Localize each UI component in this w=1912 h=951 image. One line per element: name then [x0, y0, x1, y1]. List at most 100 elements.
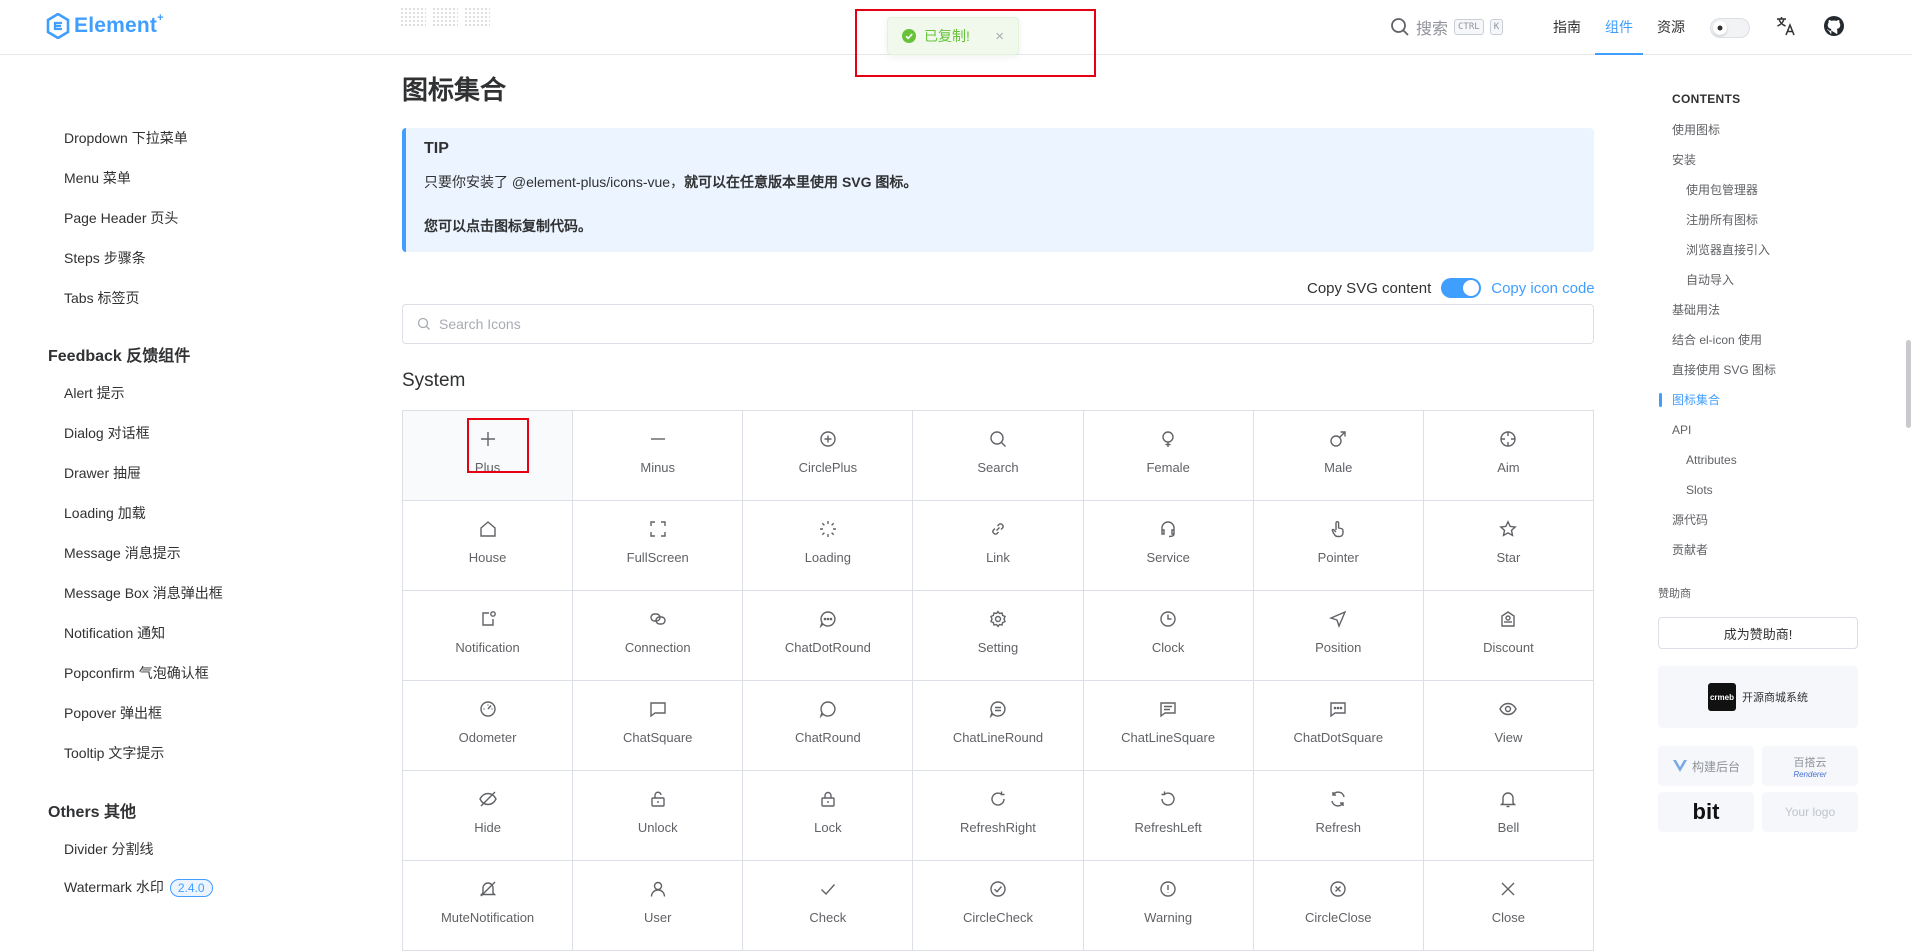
icon-card-aim[interactable]: Aim	[1423, 411, 1594, 501]
toc-item[interactable]: 使用图标	[1672, 115, 1872, 145]
sidebar-item-alert[interactable]: Alert 提示	[64, 383, 125, 403]
icon-card-fullscreen[interactable]: FullScreen	[573, 501, 744, 591]
toc-item[interactable]: 贡献者	[1672, 535, 1872, 565]
icon-card-notification[interactable]: Notification	[403, 591, 574, 681]
sidebar-item-watermark[interactable]: Watermark 水印 2.4.0	[64, 877, 213, 897]
nav-components[interactable]: 组件	[1595, 0, 1643, 55]
icon-card-refreshright[interactable]: RefreshRight	[913, 771, 1084, 861]
copy-mode-switch[interactable]	[1441, 278, 1482, 298]
copy-icon-label[interactable]: Copy icon code	[1491, 280, 1594, 297]
sponsor-tile-1[interactable]: 构建后台	[1658, 746, 1754, 786]
icon-card-check[interactable]: Check	[743, 861, 914, 951]
icon-card-refresh[interactable]: Refresh	[1253, 771, 1424, 861]
icon-card-position[interactable]: Position	[1253, 591, 1424, 681]
sidebar-item-loading[interactable]: Loading 加载	[64, 503, 146, 523]
sidebar-item-message[interactable]: Message 消息提示	[64, 543, 181, 563]
circle-plus-icon	[819, 430, 837, 451]
minus-icon	[649, 430, 667, 451]
nav-resources[interactable]: 资源	[1657, 0, 1685, 55]
icon-card-warning[interactable]: Warning	[1083, 861, 1254, 951]
icon-card-user[interactable]: User	[573, 861, 744, 951]
sponsor-tile-3[interactable]: bit	[1658, 792, 1754, 832]
sidebar-item-dialog[interactable]: Dialog 对话框	[64, 423, 150, 443]
sidebar-item-notification[interactable]: Notification 通知	[64, 623, 165, 643]
github-icon[interactable]	[1823, 15, 1845, 37]
toc-item[interactable]: 安装	[1672, 145, 1872, 175]
icon-card-refreshleft[interactable]: RefreshLeft	[1083, 771, 1254, 861]
icon-card-lock[interactable]: Lock	[743, 771, 914, 861]
icon-card-star[interactable]: Star	[1423, 501, 1594, 591]
toc-item[interactable]: 自动导入	[1672, 265, 1872, 295]
icon-card-setting[interactable]: Setting	[913, 591, 1084, 681]
search-icons-field[interactable]	[402, 304, 1594, 344]
toc-item[interactable]: 注册所有图标	[1672, 205, 1872, 235]
icon-card-connection[interactable]: Connection	[573, 591, 744, 681]
toc-item[interactable]: 直接使用 SVG 图标	[1672, 355, 1872, 385]
icon-card-discount[interactable]: Discount	[1423, 591, 1594, 681]
icon-card-circleclose[interactable]: CircleClose	[1253, 861, 1424, 951]
sidebar-item-popconfirm[interactable]: Popconfirm 气泡确认框	[64, 663, 209, 683]
sponsor-crmeb[interactable]: crmeb 开源商城系统	[1658, 666, 1858, 728]
dark-mode-toggle[interactable]	[1710, 18, 1750, 38]
icon-card-minus[interactable]: Minus	[573, 411, 744, 501]
nav-guide[interactable]: 指南	[1553, 0, 1581, 55]
icon-card-house[interactable]: House	[403, 501, 574, 591]
toc-item[interactable]: 浏览器直接引入	[1672, 235, 1872, 265]
icon-card-service[interactable]: Service	[1083, 501, 1254, 591]
toc-item[interactable]: 使用包管理器	[1672, 175, 1872, 205]
page-scrollbar[interactable]	[1906, 340, 1911, 428]
icon-card-male[interactable]: Male	[1253, 411, 1424, 501]
sidebar-item-message-box[interactable]: Message Box 消息弹出框	[64, 583, 223, 603]
toc-item[interactable]: 基础用法	[1672, 295, 1872, 325]
icon-card-chatlineround[interactable]: ChatLineRound	[913, 681, 1084, 771]
icon-card-loading[interactable]: Loading	[743, 501, 914, 591]
sponsor-tile-2[interactable]: 百搭云 Renderer	[1762, 746, 1858, 786]
icon-card-odometer[interactable]: Odometer	[403, 681, 574, 771]
toc-item[interactable]: API	[1672, 415, 1872, 445]
sidebar-item-tabs[interactable]: Tabs 标签页	[64, 288, 139, 308]
icon-card-close[interactable]: Close	[1423, 861, 1594, 951]
circle-check-icon	[989, 880, 1007, 901]
doc-search-button[interactable]: 搜索 CTRL K	[1390, 15, 1504, 39]
sidebar-item-page-header[interactable]: Page Header 页头	[64, 208, 178, 228]
toc-item[interactable]: 源代码	[1672, 505, 1872, 535]
icon-card-unlock[interactable]: Unlock	[573, 771, 744, 861]
icon-card-pointer[interactable]: Pointer	[1253, 501, 1424, 591]
toc-item[interactable]: Attributes	[1672, 445, 1872, 475]
sponsor-tile-2-text: 百搭云	[1793, 756, 1827, 769]
icon-card-chatdotsquare[interactable]: ChatDotSquare	[1253, 681, 1424, 771]
sidebar-item-drawer[interactable]: Drawer 抽屉	[64, 463, 141, 483]
sidebar-item-divider[interactable]: Divider 分割线	[64, 839, 153, 859]
icon-card-clock[interactable]: Clock	[1083, 591, 1254, 681]
sidebar-item-steps[interactable]: Steps 步骤条	[64, 248, 146, 268]
toc-item[interactable]: 图标集合	[1659, 385, 1872, 415]
bell-icon	[1499, 790, 1517, 811]
toc-item[interactable]: 结合 el-icon 使用	[1672, 325, 1872, 355]
icon-card-female[interactable]: Female	[1083, 411, 1254, 501]
icon-card-hide[interactable]: Hide	[403, 771, 574, 861]
icon-card-link[interactable]: Link	[913, 501, 1084, 591]
translate-icon[interactable]	[1775, 15, 1797, 37]
sidebar-item-popover[interactable]: Popover 弹出框	[64, 703, 162, 723]
icon-card-chatlinesquare[interactable]: ChatLineSquare	[1083, 681, 1254, 771]
search-icons-input[interactable]	[439, 316, 1339, 332]
toc-title: CONTENTS	[1672, 92, 1741, 106]
icon-card-label: Lock	[814, 820, 842, 835]
icon-card-circleplus[interactable]: CirclePlus	[743, 411, 914, 501]
icon-card-bell[interactable]: Bell	[1423, 771, 1594, 861]
sidebar-item-dropdown[interactable]: Dropdown 下拉菜单	[64, 128, 188, 148]
icon-card-circlecheck[interactable]: CircleCheck	[913, 861, 1084, 951]
icon-card-chatdotround[interactable]: ChatDotRound	[743, 591, 914, 681]
element-logo[interactable]: Element +	[46, 12, 164, 39]
icon-card-search[interactable]: Search	[913, 411, 1084, 501]
icon-card-chatround[interactable]: ChatRound	[743, 681, 914, 771]
icon-card-view[interactable]: View	[1423, 681, 1594, 771]
become-sponsor-button[interactable]: 成为赞助商!	[1658, 617, 1858, 649]
sidebar-item-menu[interactable]: Menu 菜单	[64, 168, 131, 188]
icon-card-chatsquare[interactable]: ChatSquare	[573, 681, 744, 771]
copy-svg-label[interactable]: Copy SVG content	[1307, 280, 1431, 297]
sponsor-tile-4[interactable]: Your logo	[1762, 792, 1858, 832]
toc-item[interactable]: Slots	[1672, 475, 1872, 505]
sidebar-item-tooltip[interactable]: Tooltip 文字提示	[64, 743, 164, 763]
icon-card-mutenotification[interactable]: MuteNotification	[403, 861, 574, 951]
